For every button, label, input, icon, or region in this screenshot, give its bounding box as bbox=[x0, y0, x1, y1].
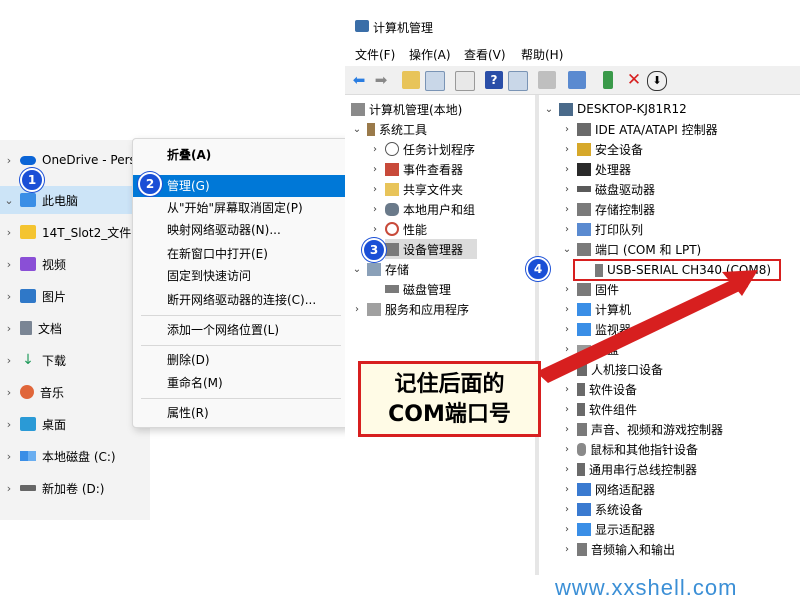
callout-box: 记住后面的 COM端口号 bbox=[358, 361, 541, 437]
step-badge-4: 4 bbox=[526, 257, 550, 281]
step-badge-2: 2 bbox=[138, 172, 162, 196]
watermark: www.xxshell.com bbox=[555, 575, 738, 600]
callout-line-1: 记住后面的 bbox=[394, 372, 505, 397]
annotation-arrow bbox=[536, 275, 748, 383]
step-badge-1: 1 bbox=[20, 168, 44, 192]
annotation-arrow-layer bbox=[536, 270, 758, 383]
callout-line-2: COM端口号 bbox=[388, 402, 511, 427]
step-badge-3: 3 bbox=[362, 238, 386, 262]
